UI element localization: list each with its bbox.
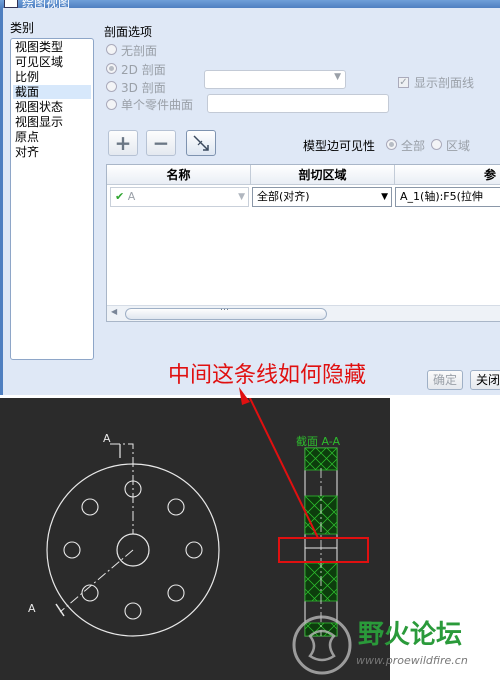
ok-button[interactable]: 确定 bbox=[427, 370, 463, 390]
category-item-view-display[interactable]: 视图显示 bbox=[15, 115, 63, 129]
column-header-region[interactable]: 剖切区域 bbox=[251, 165, 395, 185]
highlight-box bbox=[278, 537, 369, 563]
section-3d-select[interactable]: ▼ bbox=[204, 70, 346, 89]
category-item-alignment[interactable]: 对齐 bbox=[15, 145, 39, 159]
single-part-surface-radio[interactable] bbox=[106, 99, 117, 110]
section-region-value: 全部(对齐) bbox=[257, 190, 310, 203]
watermark-brand: 野火论坛 bbox=[358, 620, 463, 650]
cut-label-bottom: A bbox=[28, 602, 36, 615]
no-section-label: 无剖面 bbox=[121, 44, 158, 58]
section-cut-line bbox=[110, 443, 134, 534]
chevron-down-icon: ▼ bbox=[238, 192, 245, 202]
category-item-scale[interactable]: 比例 bbox=[15, 70, 39, 84]
horizontal-scrollbar[interactable]: ◀ … bbox=[107, 303, 500, 321]
category-item-view-state[interactable]: 视图状态 bbox=[15, 100, 63, 114]
section-name-value: A bbox=[127, 190, 136, 203]
single-part-surface-input[interactable] bbox=[207, 94, 389, 113]
column-header-name[interactable]: 名称 bbox=[107, 165, 251, 185]
minus-icon: − bbox=[152, 131, 170, 155]
close-button[interactable]: 关闭 bbox=[470, 370, 500, 390]
section-view-title: 截面 A-A bbox=[296, 435, 341, 448]
section-reference-value: A_1(轴):F5(拉伸 bbox=[400, 190, 483, 203]
cut-label-top: A bbox=[103, 432, 111, 445]
category-item-visible-area[interactable]: 可见区域 bbox=[15, 55, 63, 69]
category-item-view-type[interactable]: 视图类型 bbox=[15, 40, 63, 54]
section-cut-line-diagonal bbox=[59, 549, 134, 613]
section-options-label: 剖面选项 bbox=[104, 25, 153, 39]
edge-visibility-all-radio[interactable] bbox=[386, 139, 397, 150]
section-name-select[interactable]: ✔ A ▼ bbox=[110, 187, 249, 207]
watermark-logo-icon bbox=[292, 615, 352, 675]
chevron-down-icon: ▼ bbox=[334, 72, 341, 82]
category-item-origin[interactable]: 原点 bbox=[15, 130, 39, 144]
section-3d-radio[interactable] bbox=[106, 81, 117, 92]
show-section-line-label: 显示剖面线 bbox=[414, 76, 475, 90]
single-part-surface-label: 单个零件曲面 bbox=[121, 98, 194, 112]
edge-visibility-label: 模型边可见性 bbox=[303, 139, 376, 153]
column-header-reference[interactable]: 参 bbox=[395, 165, 500, 185]
section-2d-radio[interactable] bbox=[106, 63, 117, 74]
category-label: 类别 bbox=[10, 21, 35, 35]
category-item-section[interactable]: 截面 bbox=[13, 85, 91, 99]
plus-icon: + bbox=[114, 131, 132, 155]
chevron-down-icon: ▼ bbox=[381, 192, 388, 202]
watermark: 野火论坛 www.proewildfire.cn bbox=[290, 610, 500, 680]
annotation-text: 中间这条线如何隐藏 bbox=[168, 363, 367, 388]
dialog-app-icon bbox=[4, 0, 18, 8]
add-section-button[interactable]: + bbox=[108, 130, 138, 156]
dialog-title: 绘图视图 bbox=[22, 0, 71, 8]
section-table: 名称 剖切区域 参 ✔ A ▼ 全部(对齐) ▼ A_1(轴):F5(拉伸 ◀ … bbox=[106, 164, 500, 322]
show-section-line-checkbox[interactable]: ✓ bbox=[398, 77, 409, 88]
section-reference-select[interactable]: A_1(轴):F5(拉伸 bbox=[395, 187, 500, 207]
flip-icon bbox=[193, 135, 209, 151]
check-icon: ✔ bbox=[115, 190, 125, 203]
scrollbar-thumb[interactable]: … bbox=[125, 303, 327, 320]
watermark-url: www.proewildfire.cn bbox=[356, 654, 468, 667]
scroll-left-icon[interactable]: ◀ bbox=[111, 307, 117, 316]
section-region-select[interactable]: 全部(对齐) ▼ bbox=[252, 187, 392, 207]
section-3d-label: 3D 剖面 bbox=[121, 81, 166, 95]
category-list[interactable]: 视图类型 可见区域 比例 截面 视图状态 视图显示 原点 对齐 bbox=[10, 38, 94, 360]
edge-visibility-area-label: 区域 bbox=[446, 139, 471, 153]
dialog-titlebar: 绘图视图 bbox=[0, 0, 500, 8]
no-section-radio[interactable] bbox=[106, 44, 117, 55]
flip-section-button[interactable] bbox=[186, 130, 216, 156]
edge-visibility-area-radio[interactable] bbox=[431, 139, 442, 150]
grip-icon: … bbox=[220, 303, 229, 313]
edge-visibility-all-label: 全部 bbox=[401, 139, 426, 153]
remove-section-button[interactable]: − bbox=[146, 130, 176, 156]
section-2d-label: 2D 剖面 bbox=[121, 63, 166, 77]
